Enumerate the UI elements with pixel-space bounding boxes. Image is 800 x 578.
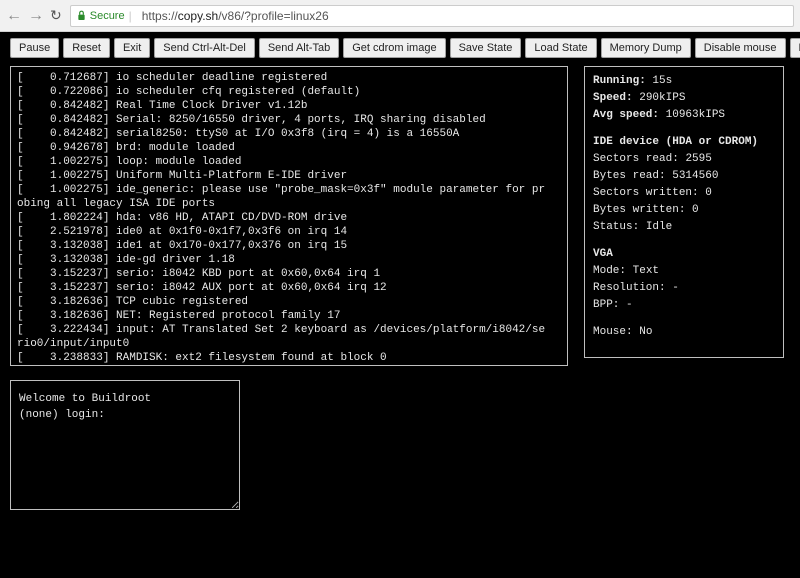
ide-header: IDE device (HDA or CDROM) [593,136,758,148]
avgspeed-value: 10963kIPS [666,109,725,121]
serial-line-1: Welcome to Buildroot [19,393,151,405]
secure-indicator: Secure [77,10,125,22]
serial-console[interactable]: Welcome to Buildroot (none) login: [10,380,240,510]
running-value: 15s [652,75,672,87]
mouse-label: Mouse: [593,326,633,338]
back-icon[interactable]: ← [6,7,22,25]
separator: | [129,9,132,23]
url-path: /v86/?profile=linux26 [218,9,328,23]
bytes-read-value: 5314560 [672,170,718,182]
reset-button[interactable]: Reset [63,38,110,58]
url-bar[interactable]: Secure | https://copy.sh/v86/?profile=li… [70,5,794,27]
bytes-written-label: Bytes written: [593,204,685,216]
res-value: - [672,282,679,294]
bytes-read-label: Bytes read: [593,170,666,182]
reload-icon[interactable]: ↻ [50,7,62,25]
vga-header: VGA [593,248,613,260]
running-label: Running: [593,75,646,87]
speed-label: Speed: [593,92,633,104]
sectors-read-label: Sectors read: [593,153,679,165]
nav-arrows: ← → ↻ [6,7,62,25]
pause-button[interactable]: Pause [10,38,59,58]
sectors-written-value: 0 [705,187,712,199]
stats-panel: Running: 15s Speed: 290kIPS Avg speed: 1… [584,66,784,358]
avgspeed-label: Avg speed: [593,109,659,121]
memory-dump-button[interactable]: Memory Dump [601,38,691,58]
bpp-label: BPP: [593,299,619,311]
mode-value: Text [633,265,659,277]
status-value: Idle [646,221,672,233]
toolbar: Pause Reset Exit Send Ctrl-Alt-Del Send … [10,38,790,58]
sectors-read-value: 2595 [685,153,711,165]
mode-label: Mode: [593,265,626,277]
send-alttab-button[interactable]: Send Alt-Tab [259,38,339,58]
url-prefix: https:// [142,9,178,23]
lock-icon [77,10,86,21]
url-text: https://copy.sh/v86/?profile=linux26 [142,9,329,23]
speed-value: 290kIPS [639,92,685,104]
save-state-button[interactable]: Save State [450,38,522,58]
terminal-screen[interactable]: [ 0.712687] io scheduler deadline regist… [10,66,568,366]
serial-line-2: (none) login: [19,409,105,421]
browser-address-bar: ← → ↻ Secure | https://copy.sh/v86/?prof… [0,0,800,32]
page-body: Pause Reset Exit Send Ctrl-Alt-Del Send … [0,32,800,578]
bytes-written-value: 0 [692,204,699,216]
lock-mouse-button[interactable]: Lock mouse [790,38,800,58]
send-ctrlaltdel-button[interactable]: Send Ctrl-Alt-Del [154,38,255,58]
forward-icon[interactable]: → [28,7,44,25]
exit-button[interactable]: Exit [114,38,150,58]
disable-mouse-button[interactable]: Disable mouse [695,38,786,58]
res-label: Resolution: [593,282,666,294]
url-host: copy.sh [178,9,218,23]
load-state-button[interactable]: Load State [525,38,596,58]
sectors-written-label: Sectors written: [593,187,699,199]
mouse-value: No [639,326,652,338]
status-label: Status: [593,221,639,233]
get-cdrom-button[interactable]: Get cdrom image [343,38,445,58]
main-layout: [ 0.712687] io scheduler deadline regist… [10,66,790,366]
secure-label: Secure [90,10,125,22]
bpp-value: - [626,299,633,311]
